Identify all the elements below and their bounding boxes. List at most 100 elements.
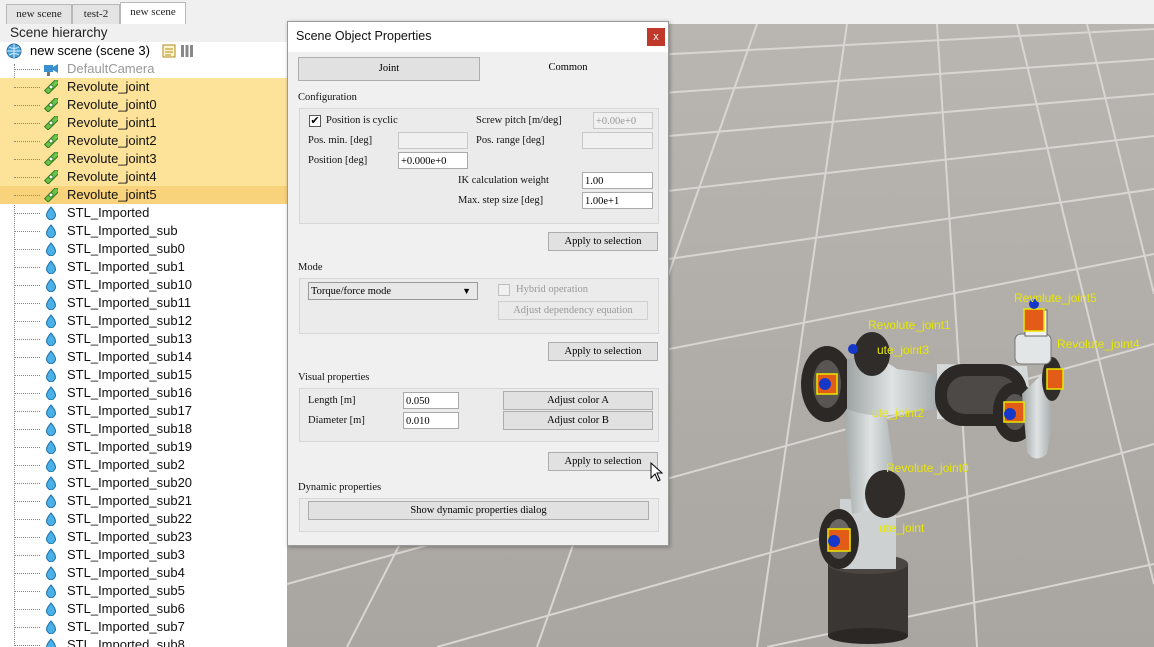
tree-item[interactable]: STL_Imported_sub0 bbox=[0, 240, 287, 258]
tab-test-2[interactable]: test-2 bbox=[72, 4, 120, 24]
tree-item[interactable]: STL_Imported_sub10 bbox=[0, 276, 287, 294]
tab-new-scene-3[interactable]: new scene bbox=[120, 2, 186, 25]
tree-connector bbox=[14, 231, 40, 232]
tree-item[interactable]: STL_Imported_sub4 bbox=[0, 564, 287, 582]
shape-icon bbox=[46, 440, 56, 454]
tree-connector bbox=[14, 627, 40, 628]
script-icon[interactable] bbox=[162, 44, 176, 58]
close-button[interactable]: x bbox=[647, 28, 665, 46]
show-dynamic-properties-button[interactable]: Show dynamic properties dialog bbox=[308, 501, 649, 520]
pos-range-input[interactable] bbox=[582, 132, 653, 149]
tree-connector bbox=[14, 159, 40, 160]
tree-item[interactable]: STL_Imported bbox=[0, 204, 287, 222]
tree-connector bbox=[14, 609, 40, 610]
length-input[interactable]: 0.050 bbox=[403, 392, 459, 409]
tree-item[interactable]: STL_Imported_sub22 bbox=[0, 510, 287, 528]
tree-item-label: STL_Imported_sub10 bbox=[67, 277, 193, 292]
tree-item-label: Revolute_joint5 bbox=[67, 187, 157, 202]
tree-item[interactable]: STL_Imported_sub bbox=[0, 222, 287, 240]
tree-connector bbox=[14, 303, 40, 304]
tree-item[interactable]: Revolute_joint bbox=[0, 78, 287, 96]
tree-item[interactable]: STL_Imported_sub13 bbox=[0, 330, 287, 348]
shape-icon bbox=[46, 602, 56, 616]
tree-item[interactable]: STL_Imported_sub12 bbox=[0, 312, 287, 330]
shape-icon bbox=[46, 278, 56, 292]
config-apply-button[interactable]: Apply to selection bbox=[548, 232, 658, 251]
tree-item[interactable]: STL_Imported_sub11 bbox=[0, 294, 287, 312]
shape-icon bbox=[46, 584, 56, 598]
viewport-label-joint5: Revolute_joint5 bbox=[1014, 291, 1097, 305]
chevron-down-icon: ▼ bbox=[462, 286, 471, 296]
tree-connector bbox=[14, 69, 40, 70]
tree-item[interactable]: STL_Imported_sub16 bbox=[0, 384, 287, 402]
tree-item[interactable]: STL_Imported_sub19 bbox=[0, 438, 287, 456]
tree-item[interactable]: STL_Imported_sub7 bbox=[0, 618, 287, 636]
tree-connector bbox=[14, 195, 40, 196]
tree-connector bbox=[14, 537, 40, 538]
tree-connector bbox=[14, 447, 40, 448]
shape-icon bbox=[46, 314, 56, 328]
tree-item-label: STL_Imported_sub7 bbox=[67, 619, 185, 634]
tree-item[interactable]: Revolute_joint0 bbox=[0, 96, 287, 114]
tree-item[interactable]: Revolute_joint1 bbox=[0, 114, 287, 132]
tree-item[interactable]: STL_Imported_sub5 bbox=[0, 582, 287, 600]
tree-connector bbox=[14, 519, 40, 520]
tree-item-label: STL_Imported_sub17 bbox=[67, 403, 193, 418]
tree-item[interactable]: STL_Imported_sub3 bbox=[0, 546, 287, 564]
customization-script-icon[interactable] bbox=[180, 44, 194, 58]
tree-item[interactable]: STL_Imported_sub6 bbox=[0, 600, 287, 618]
tree-item[interactable]: Revolute_joint2 bbox=[0, 132, 287, 150]
shape-icon bbox=[46, 404, 56, 418]
max-step-input[interactable]: 1.00e+1 bbox=[582, 192, 653, 209]
visual-heading: Visual properties bbox=[298, 372, 370, 383]
tab-common[interactable]: Common bbox=[478, 57, 658, 79]
adjust-dependency-button[interactable]: Adjust dependency equation bbox=[498, 301, 648, 320]
tree-item[interactable]: STL_Imported_sub2 bbox=[0, 456, 287, 474]
ik-weight-input[interactable]: 1.00 bbox=[582, 172, 653, 189]
shape-icon bbox=[46, 242, 56, 256]
tree-item[interactable]: STL_Imported_sub1 bbox=[0, 258, 287, 276]
tree-connector bbox=[14, 483, 40, 484]
tree-item[interactable]: Revolute_joint5 bbox=[0, 186, 287, 204]
tree-item[interactable]: STL_Imported_sub21 bbox=[0, 492, 287, 510]
tree-connector bbox=[14, 123, 40, 124]
tree-item[interactable]: Revolute_joint3 bbox=[0, 150, 287, 168]
hybrid-operation-checkbox[interactable] bbox=[498, 284, 510, 296]
tree-item[interactable]: STL_Imported_sub20 bbox=[0, 474, 287, 492]
position-input[interactable]: +0.000e+0 bbox=[398, 152, 468, 169]
tree-item[interactable]: Revolute_joint4 bbox=[0, 168, 287, 186]
shape-icon bbox=[46, 296, 56, 310]
mode-select-value: Torque/force mode bbox=[311, 286, 392, 297]
screw-pitch-input[interactable]: +0.00e+0 bbox=[593, 112, 653, 129]
tree-connector bbox=[14, 501, 40, 502]
position-cyclic-checkbox[interactable]: ✔ bbox=[309, 115, 321, 127]
scene-object-properties-dialog: Scene Object Properties x Joint Common C… bbox=[287, 21, 669, 546]
viewport-label-joint1: Revolute_joint1 bbox=[868, 318, 951, 332]
pos-min-input[interactable] bbox=[398, 132, 468, 149]
tree-item[interactable]: STL_Imported_sub14 bbox=[0, 348, 287, 366]
tree-item[interactable]: DefaultCamera bbox=[0, 60, 287, 78]
tree-connector bbox=[14, 267, 40, 268]
adjust-color-b-button[interactable]: Adjust color B bbox=[503, 411, 653, 430]
tree-item[interactable]: STL_Imported_sub8 bbox=[0, 636, 287, 647]
tab-joint[interactable]: Joint bbox=[298, 57, 480, 81]
diameter-input[interactable]: 0.010 bbox=[403, 412, 459, 429]
adjust-color-a-button[interactable]: Adjust color A bbox=[503, 391, 653, 410]
viewport-label-joint0: Revolute_joint0 bbox=[886, 461, 969, 475]
tree-item-label: STL_Imported_sub12 bbox=[67, 313, 193, 328]
tree-item[interactable]: STL_Imported_sub23 bbox=[0, 528, 287, 546]
mode-select[interactable]: Torque/force mode ▼ bbox=[308, 282, 478, 300]
shape-icon bbox=[46, 476, 56, 490]
tree-item-label: STL_Imported_sub20 bbox=[67, 475, 193, 490]
tree-item[interactable]: STL_Imported_sub17 bbox=[0, 402, 287, 420]
visual-apply-button[interactable]: Apply to selection bbox=[548, 452, 658, 471]
tree-item-label: STL_Imported_sub11 bbox=[67, 295, 192, 310]
shape-icon bbox=[46, 548, 56, 562]
tree-connector bbox=[14, 141, 40, 142]
tab-new-scene-1[interactable]: new scene bbox=[6, 4, 72, 24]
tree-connector bbox=[14, 393, 40, 394]
tree-item[interactable]: STL_Imported_sub15 bbox=[0, 366, 287, 384]
tree-item[interactable]: STL_Imported_sub18 bbox=[0, 420, 287, 438]
mode-apply-button[interactable]: Apply to selection bbox=[548, 342, 658, 361]
dialog-title-bar[interactable]: Scene Object Properties x bbox=[288, 22, 668, 52]
